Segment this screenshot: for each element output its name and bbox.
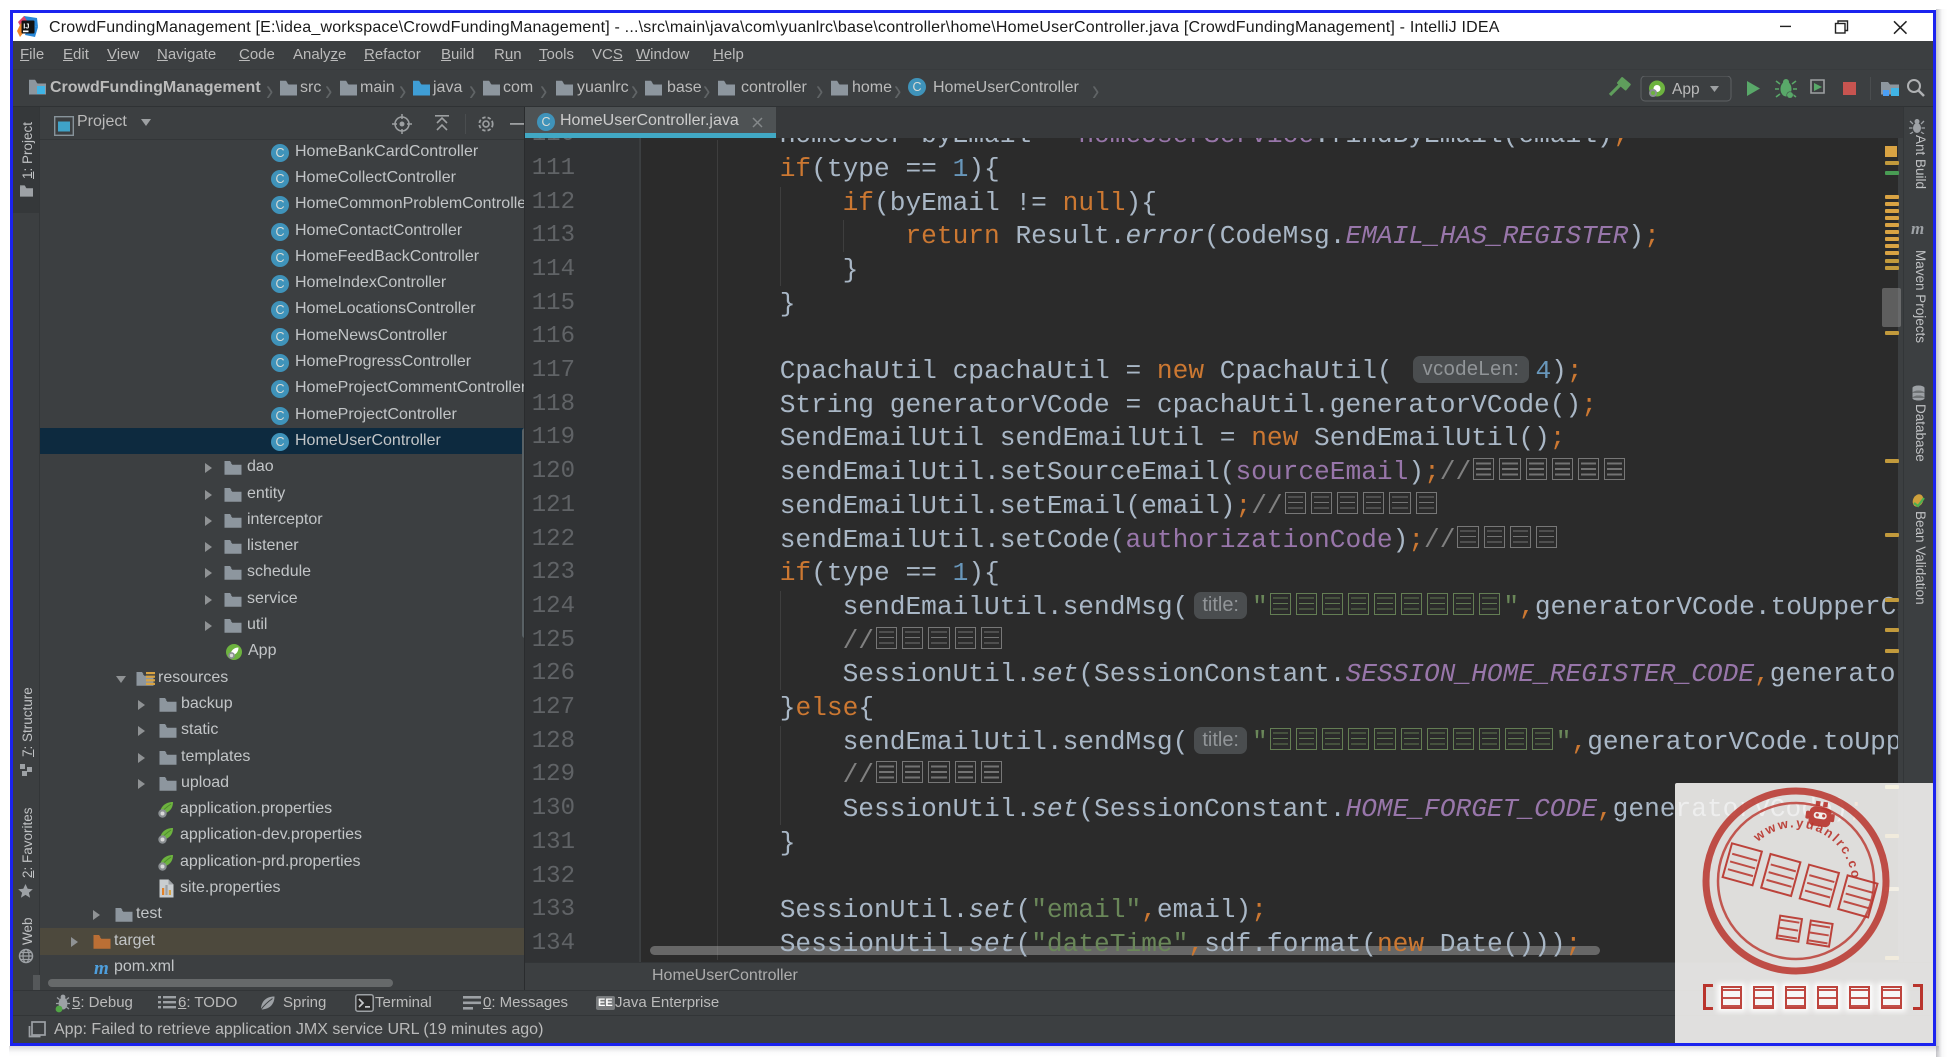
- svg-text:IJ: IJ: [23, 22, 29, 31]
- svg-text:App: App: [1672, 81, 1700, 98]
